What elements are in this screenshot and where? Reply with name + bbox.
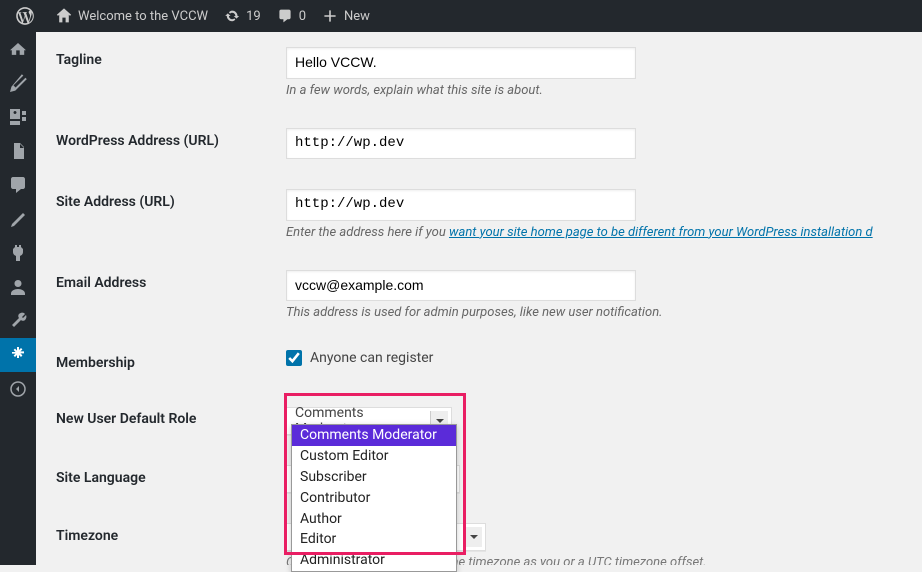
- site-title-text: Welcome to the VCCW: [78, 9, 208, 24]
- timezone-label: Timezone: [56, 508, 276, 565]
- email-label: Email Address: [56, 255, 276, 336]
- comments-link[interactable]: 0: [269, 0, 314, 32]
- menu-dashboard[interactable]: [0, 32, 36, 66]
- menu-comments[interactable]: [0, 168, 36, 202]
- menu-users[interactable]: [0, 270, 36, 304]
- wp-address-input[interactable]: [286, 128, 636, 160]
- new-content-link[interactable]: New: [314, 0, 378, 32]
- tagline-description: In a few words, explain what this site i…: [286, 83, 892, 98]
- settings-general-page: Tagline In a few words, explain what thi…: [36, 32, 922, 565]
- new-label: New: [344, 9, 370, 24]
- membership-checkbox-label[interactable]: Anyone can register: [286, 350, 433, 366]
- menu-tools[interactable]: [0, 304, 36, 338]
- membership-checkbox-text: Anyone can register: [310, 350, 433, 366]
- role-option[interactable]: Contributor: [292, 488, 456, 509]
- email-input[interactable]: [286, 270, 636, 302]
- tagline-input[interactable]: [286, 47, 636, 79]
- site-address-label: Site Address (URL): [56, 174, 276, 255]
- updates-link[interactable]: 19: [216, 0, 269, 32]
- wp-logo[interactable]: [8, 0, 48, 32]
- menu-plugins[interactable]: [0, 236, 36, 270]
- update-icon: [224, 8, 240, 24]
- home-icon: [56, 8, 72, 24]
- chevron-down-icon: [464, 527, 482, 547]
- tagline-label: Tagline: [56, 32, 276, 113]
- role-option[interactable]: Editor: [292, 529, 456, 550]
- menu-appearance[interactable]: [0, 202, 36, 236]
- default-role-dropdown[interactable]: Comments ModeratorCustom EditorSubscribe…: [291, 424, 457, 572]
- menu-media[interactable]: [0, 100, 36, 134]
- email-description: This address is used for admin purposes,…: [286, 305, 892, 320]
- role-option[interactable]: Author: [292, 509, 456, 530]
- menu-pages[interactable]: [0, 134, 36, 168]
- site-address-help-link[interactable]: want your site home page to be different…: [449, 225, 873, 240]
- menu-posts[interactable]: [0, 66, 36, 100]
- membership-checkbox[interactable]: [286, 350, 302, 366]
- menu-collapse[interactable]: [0, 372, 36, 406]
- site-address-input[interactable]: [286, 189, 636, 221]
- role-option[interactable]: Administrator: [292, 550, 456, 571]
- plus-icon: [322, 8, 338, 24]
- role-option[interactable]: Subscriber: [292, 467, 456, 488]
- wordpress-icon: [16, 7, 34, 25]
- menu-settings[interactable]: [0, 338, 36, 372]
- membership-label: Membership: [56, 335, 276, 391]
- admin-toolbar: Welcome to the VCCW 19 0 New: [0, 0, 922, 32]
- site-language-label: Site Language: [56, 450, 276, 508]
- wp-address-label: WordPress Address (URL): [56, 113, 276, 175]
- default-role-label: New User Default Role: [56, 391, 276, 450]
- role-option[interactable]: Comments Moderator: [292, 425, 456, 446]
- role-option[interactable]: Custom Editor: [292, 446, 456, 467]
- site-name-link[interactable]: Welcome to the VCCW: [48, 0, 216, 32]
- comment-icon: [277, 8, 293, 24]
- site-address-description: Enter the address here if you want your …: [286, 225, 892, 240]
- comments-count: 0: [299, 9, 306, 24]
- admin-menu: [0, 32, 36, 565]
- settings-form-table: Tagline In a few words, explain what thi…: [56, 32, 902, 565]
- updates-count: 19: [246, 9, 261, 24]
